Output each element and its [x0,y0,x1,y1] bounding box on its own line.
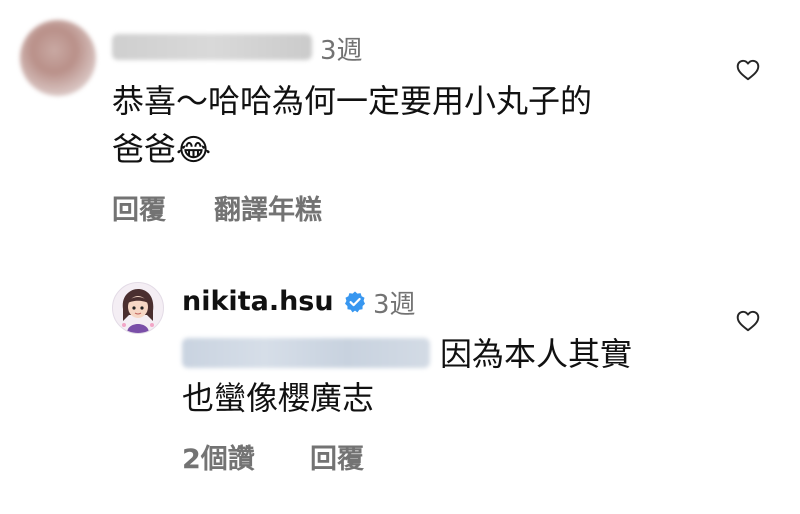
verified-badge-icon [345,291,365,313]
comment-time: 3週 [373,290,416,320]
avatar[interactable] [112,282,164,334]
comment-2: nikita.hsu 3週 因為本人其實 也蠻像櫻廣志 2個讚 回覆 [0,0,800,514]
redacted-mention[interactable] [182,338,430,368]
comment-text-line1: 因為本人其實 [440,335,633,373]
likes-count-button[interactable]: 2個讚 [182,437,255,476]
cartoon-girl-avatar-icon [122,289,154,333]
comment-text-line2: 也蠻像櫻廣志 [182,379,375,417]
heart-outline-icon[interactable] [735,308,761,334]
username[interactable]: nikita.hsu [182,286,334,317]
reply-button[interactable]: 回覆 [310,437,364,476]
